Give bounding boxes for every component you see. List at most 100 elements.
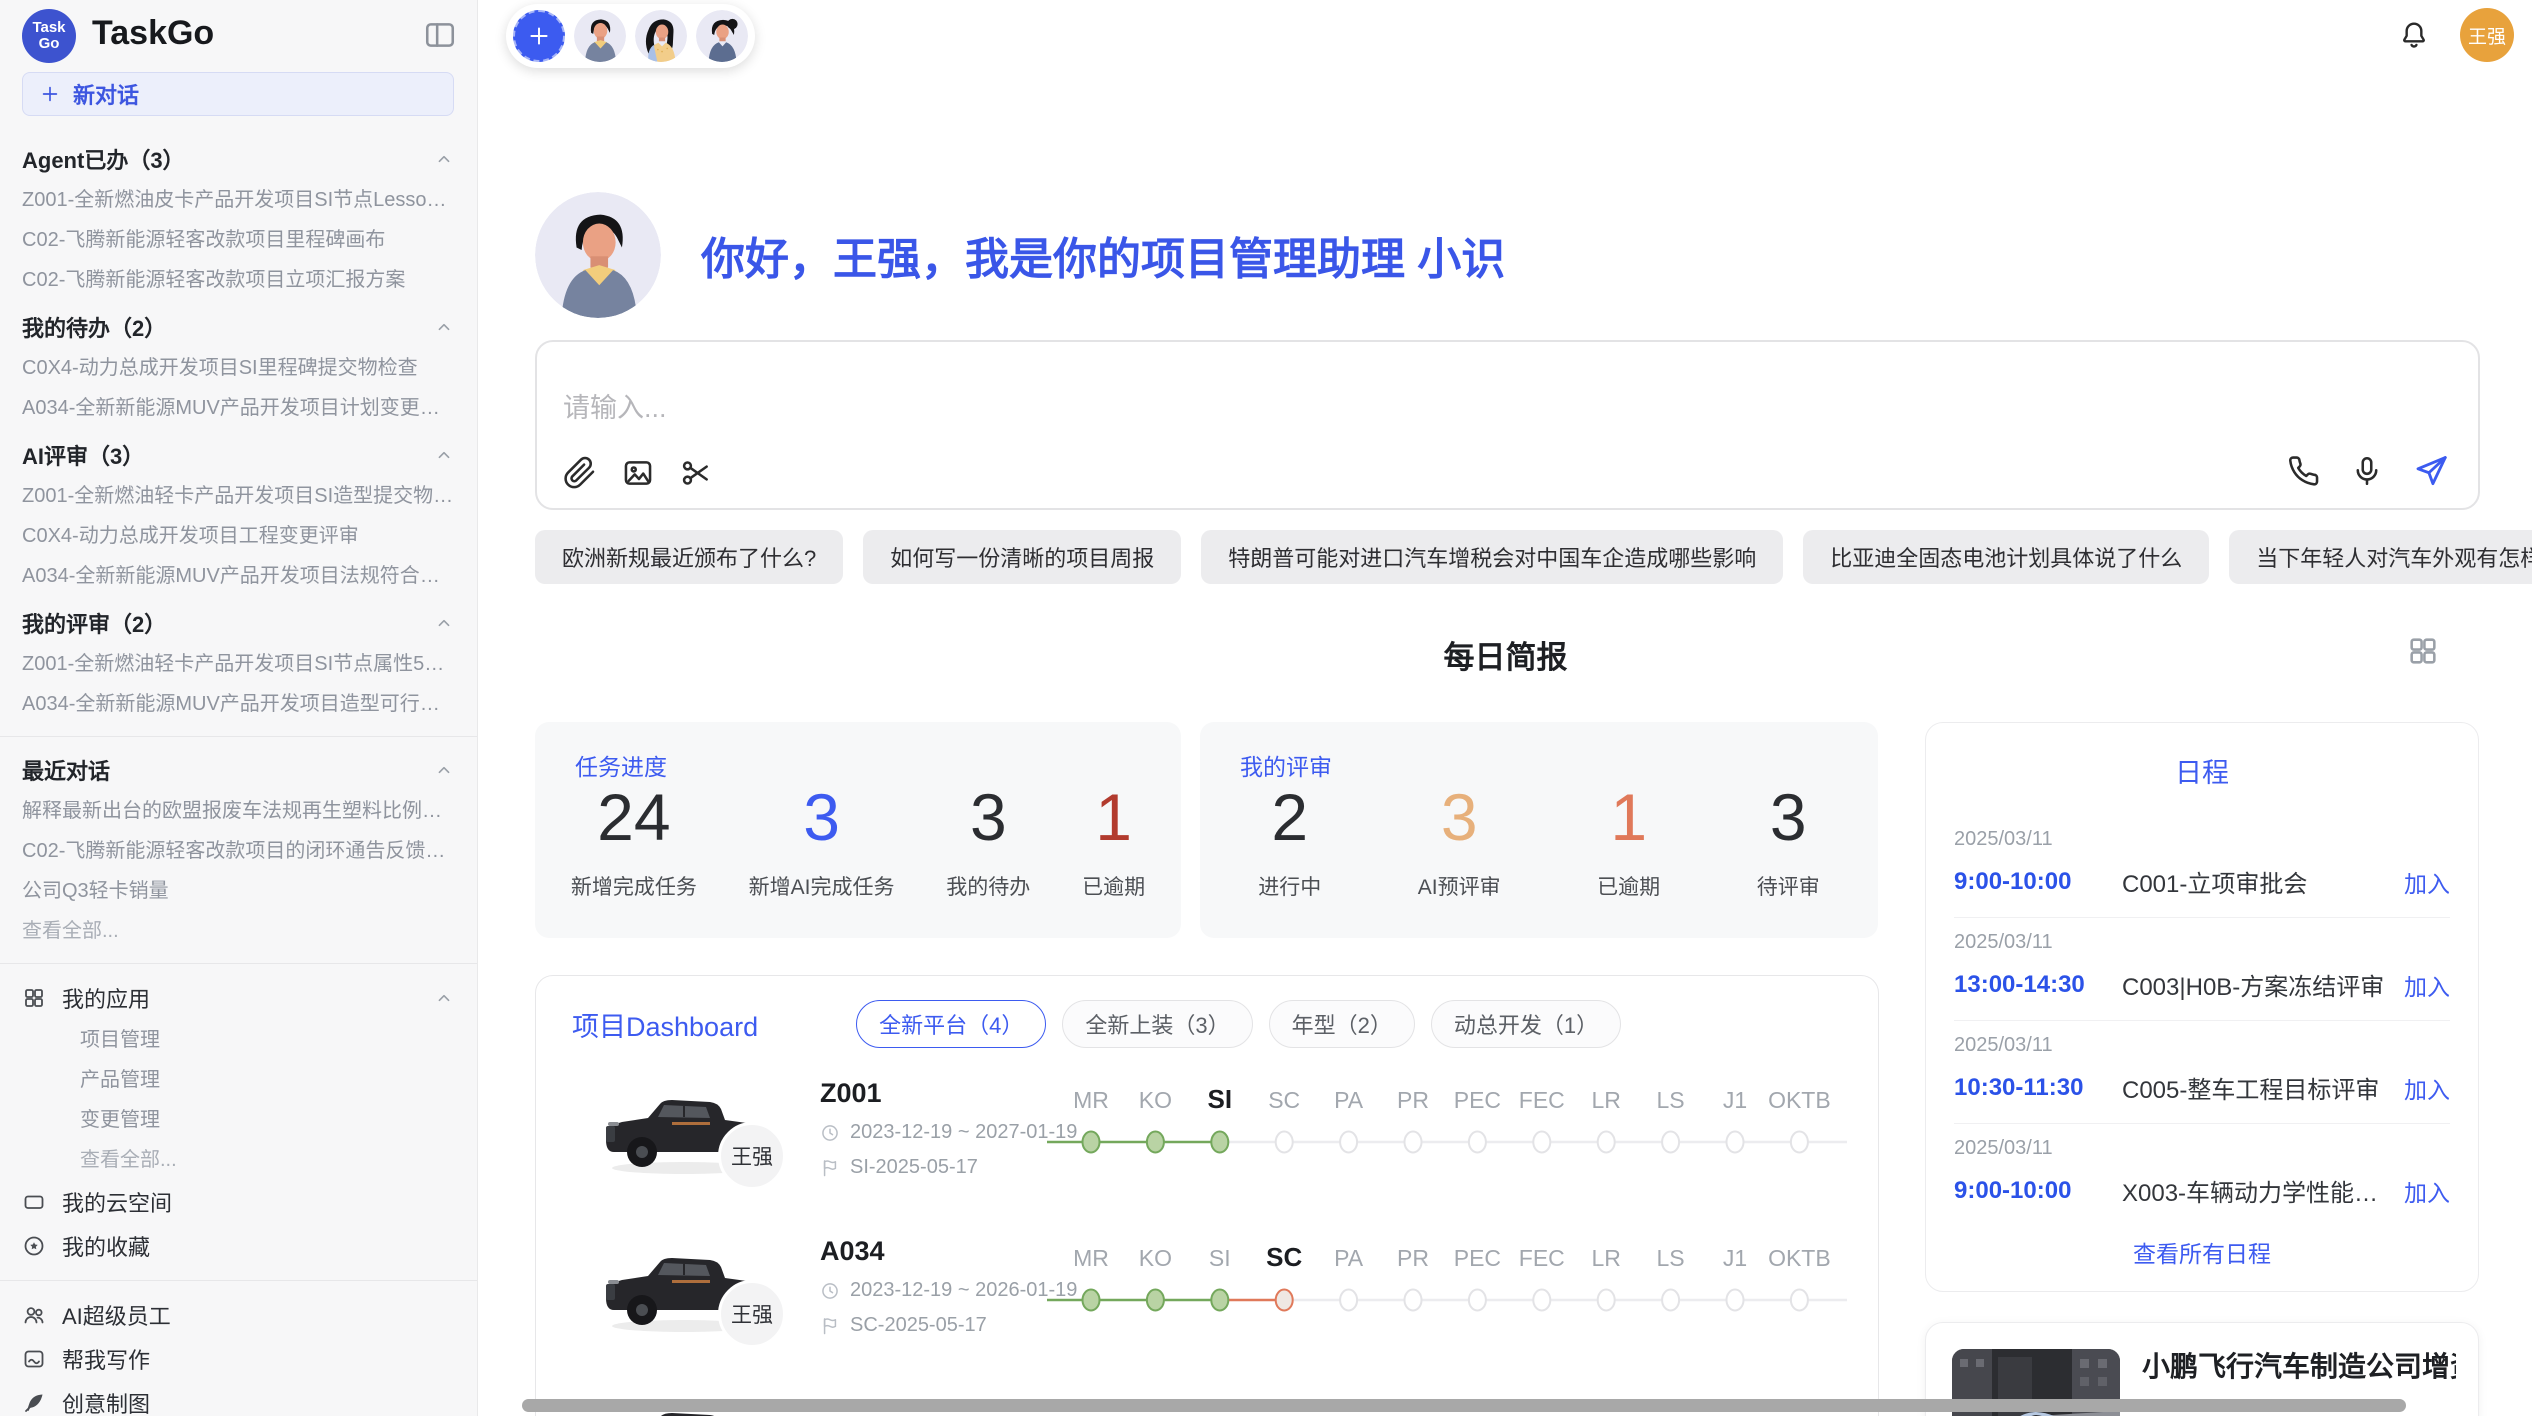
- plus-icon: [39, 83, 61, 105]
- sidebar-task-item[interactable]: A034-全新新能源MUV产品开发项目计划变更表编写: [22, 388, 455, 428]
- new-chat-button[interactable]: 新对话: [22, 72, 454, 116]
- section-title: 最近对话: [22, 754, 110, 786]
- chevron-up-icon[interactable]: [433, 444, 455, 466]
- project-row[interactable]: 王强Z0012023-12-19 ~ 2027-01-19SI-2025-05-…: [572, 1076, 1842, 1228]
- stat: 1已逾期: [1082, 784, 1145, 901]
- suggestion-chip[interactable]: 比亚迪全固态电池计划具体说了什么: [1803, 530, 2209, 584]
- member-avatar-1[interactable]: [574, 10, 626, 62]
- app-sub-item[interactable]: 产品管理: [22, 1060, 455, 1100]
- sidebar-item-drive[interactable]: 我的云空间: [22, 1180, 455, 1224]
- sidebar-task-item[interactable]: Z001-全新燃油轻卡产品开发项目SI节点属性5D文件评审: [22, 644, 455, 684]
- suggestion-chip[interactable]: 当下年轻人对汽车外观有怎样的喜好趋势: [2229, 530, 2532, 584]
- dashboard-filter-pill[interactable]: 年型（2）: [1269, 1000, 1415, 1048]
- event-name: C003|H0B-方案冻结评审: [2122, 967, 2392, 1002]
- member-avatar-3[interactable]: [696, 10, 748, 62]
- briefing-title: 每日简报: [535, 632, 2476, 677]
- suggestion-chip[interactable]: 如何写一份清晰的项目周报: [863, 530, 1181, 584]
- microphone-icon[interactable]: [2350, 454, 2384, 488]
- sidebar-collapse-icon[interactable]: [423, 18, 457, 52]
- event-join-link[interactable]: 加入: [2404, 1174, 2450, 1208]
- sidebar-body: Agent已办（3）Z001-全新燃油皮卡产品开发项目SI节点Lesson Le…: [0, 132, 477, 1416]
- logo-text-bottom: Go: [39, 36, 60, 52]
- sidebar-section-header[interactable]: 我的评审（2）: [22, 602, 455, 644]
- sidebar-task-item[interactable]: C0X4-动力总成开发项目工程变更评审: [22, 516, 455, 556]
- recent-chat-item[interactable]: C02-飞腾新能源轻客改款项目的闭环通告反馈情况: [22, 831, 455, 871]
- stat: 3我的待办: [946, 784, 1030, 901]
- svg-text:J1: J1: [1723, 1245, 1747, 1271]
- divider: [0, 1280, 477, 1281]
- chevron-up-icon[interactable]: [433, 987, 455, 1009]
- event-join-link[interactable]: 加入: [2404, 865, 2450, 899]
- event-date: 2025/03/11: [1954, 828, 2450, 851]
- event-join-link[interactable]: 加入: [2404, 1071, 2450, 1105]
- suggestion-chip[interactable]: 欧洲新规最近颁布了什么?: [535, 530, 843, 584]
- attach-image-icon[interactable]: [621, 456, 655, 490]
- sidebar-task-item[interactable]: C02-飞腾新能源轻客改款项目里程碑画布: [22, 220, 455, 260]
- event-name: C005-整车工程目标评审: [2122, 1070, 2392, 1105]
- project-row[interactable]: 王强A0342023-12-19 ~ 2026-01-19SC-2025-05-…: [572, 1234, 1842, 1386]
- drive-icon: [22, 1190, 46, 1214]
- dashboard-filter-pill[interactable]: 全新平台（4）: [856, 1000, 1046, 1048]
- stat-value: 24: [571, 784, 697, 851]
- user-avatar[interactable]: 王强: [2460, 8, 2514, 62]
- apps-view-all-link[interactable]: 查看全部...: [22, 1140, 455, 1180]
- stat-label: 我的待办: [946, 871, 1030, 901]
- row-label: 我的应用: [62, 982, 150, 1014]
- layout-grid-icon[interactable]: [2406, 634, 2440, 668]
- row-label: AI超级员工: [62, 1299, 171, 1331]
- sidebar-task-item[interactable]: Z001-全新燃油皮卡产品开发项目SI节点Lesson Learn报告: [22, 180, 455, 220]
- svg-text:LS: LS: [1657, 1245, 1685, 1271]
- send-icon[interactable]: [2412, 452, 2450, 490]
- recent-chat-item[interactable]: 公司Q3轻卡销量: [22, 871, 455, 911]
- schedule-view-all-link[interactable]: 查看所有日程: [1926, 1235, 2478, 1269]
- app-sub-item[interactable]: 变更管理: [22, 1100, 455, 1140]
- sidebar-tool-users[interactable]: AI超级员工: [22, 1293, 455, 1337]
- dashboard-filter-pill[interactable]: 全新上装（3）: [1062, 1000, 1252, 1048]
- voice-call-icon[interactable]: [2288, 454, 2322, 488]
- recent-chat-item[interactable]: 解释最新出台的欧盟报废车法规再生塑料比例被调至15%...: [22, 791, 455, 831]
- sidebar-task-item[interactable]: Z001-全新燃油轻卡产品开发项目SI造型提交物评审: [22, 476, 455, 516]
- attach-file-icon[interactable]: [563, 456, 597, 490]
- recent-view-all-link[interactable]: 查看全部...: [22, 911, 455, 951]
- snip-scissors-icon[interactable]: [679, 456, 713, 490]
- sidebar-section-header[interactable]: AI评审（3）: [22, 434, 455, 476]
- dashboard-filters: 全新平台（4） 全新上装（3） 年型（2） 动总开发（1）: [856, 1000, 1621, 1048]
- chevron-up-icon[interactable]: [433, 612, 455, 634]
- sidebar-task-item[interactable]: C0X4-动力总成开发项目SI里程碑提交物检查: [22, 348, 455, 388]
- dashboard-filter-pill[interactable]: 动总开发（1）: [1431, 1000, 1621, 1048]
- sidebar-task-item[interactable]: C02-飞腾新能源轻客改款项目立项汇报方案: [22, 260, 455, 300]
- sidebar-tool-quill[interactable]: 创意制图: [22, 1381, 455, 1416]
- stat-label: 新增AI完成任务: [749, 871, 895, 901]
- event-join-link[interactable]: 加入: [2404, 968, 2450, 1002]
- sidebar-task-item[interactable]: A034-全新新能源MUV产品开发项目法规符合性评审: [22, 556, 455, 596]
- horizontal-scrollbar[interactable]: [522, 1399, 2406, 1412]
- sidebar-task-item[interactable]: A034-全新新能源MUV产品开发项目造型可行性评审: [22, 684, 455, 724]
- chevron-up-icon[interactable]: [433, 316, 455, 338]
- svg-text:OKTB: OKTB: [1768, 1087, 1831, 1113]
- section-title: 我的评审（2）: [22, 607, 166, 639]
- sidebar-tool-write[interactable]: 帮我写作: [22, 1337, 455, 1381]
- app-sub-item[interactable]: 项目管理: [22, 1020, 455, 1060]
- chevron-up-icon[interactable]: [433, 759, 455, 781]
- sidebar-section-header[interactable]: 我的待办（2）: [22, 306, 455, 348]
- users-icon: [22, 1303, 46, 1327]
- composer[interactable]: 请输入...: [535, 340, 2480, 510]
- suggestion-chip[interactable]: 特朗普可能对进口汽车增税会对中国车企造成哪些影响: [1201, 530, 1783, 584]
- milestone-timeline: MRKOSISCPAPRPECFECLRLSJ1OKTB: [1041, 1076, 1851, 1180]
- app-root: Task Go TaskGo 新对话 Agent已办（3）Z001-全新燃油皮卡…: [0, 0, 2532, 1416]
- recent-chats-header[interactable]: 最近对话: [22, 749, 455, 791]
- svg-text:LR: LR: [1591, 1087, 1620, 1113]
- assistant-avatar: [535, 192, 661, 318]
- member-avatar-2[interactable]: [635, 10, 687, 62]
- stat-label: 已逾期: [1597, 871, 1660, 901]
- add-member-button[interactable]: [513, 10, 565, 62]
- stat-value: 3: [1418, 784, 1501, 851]
- sidebar-item-my-apps[interactable]: 我的应用: [22, 976, 455, 1020]
- app-logo: Task Go: [22, 9, 76, 63]
- sidebar-section-header[interactable]: Agent已办（3）: [22, 138, 455, 180]
- notifications-bell-icon[interactable]: [2398, 19, 2430, 51]
- schedule-event: 2025/03/119:00-10:00C001-立项审批会加入: [1954, 815, 2450, 918]
- sidebar-item-star-circle[interactable]: 我的收藏: [22, 1224, 455, 1268]
- chevron-up-icon[interactable]: [433, 148, 455, 170]
- grid-icon: [22, 986, 46, 1010]
